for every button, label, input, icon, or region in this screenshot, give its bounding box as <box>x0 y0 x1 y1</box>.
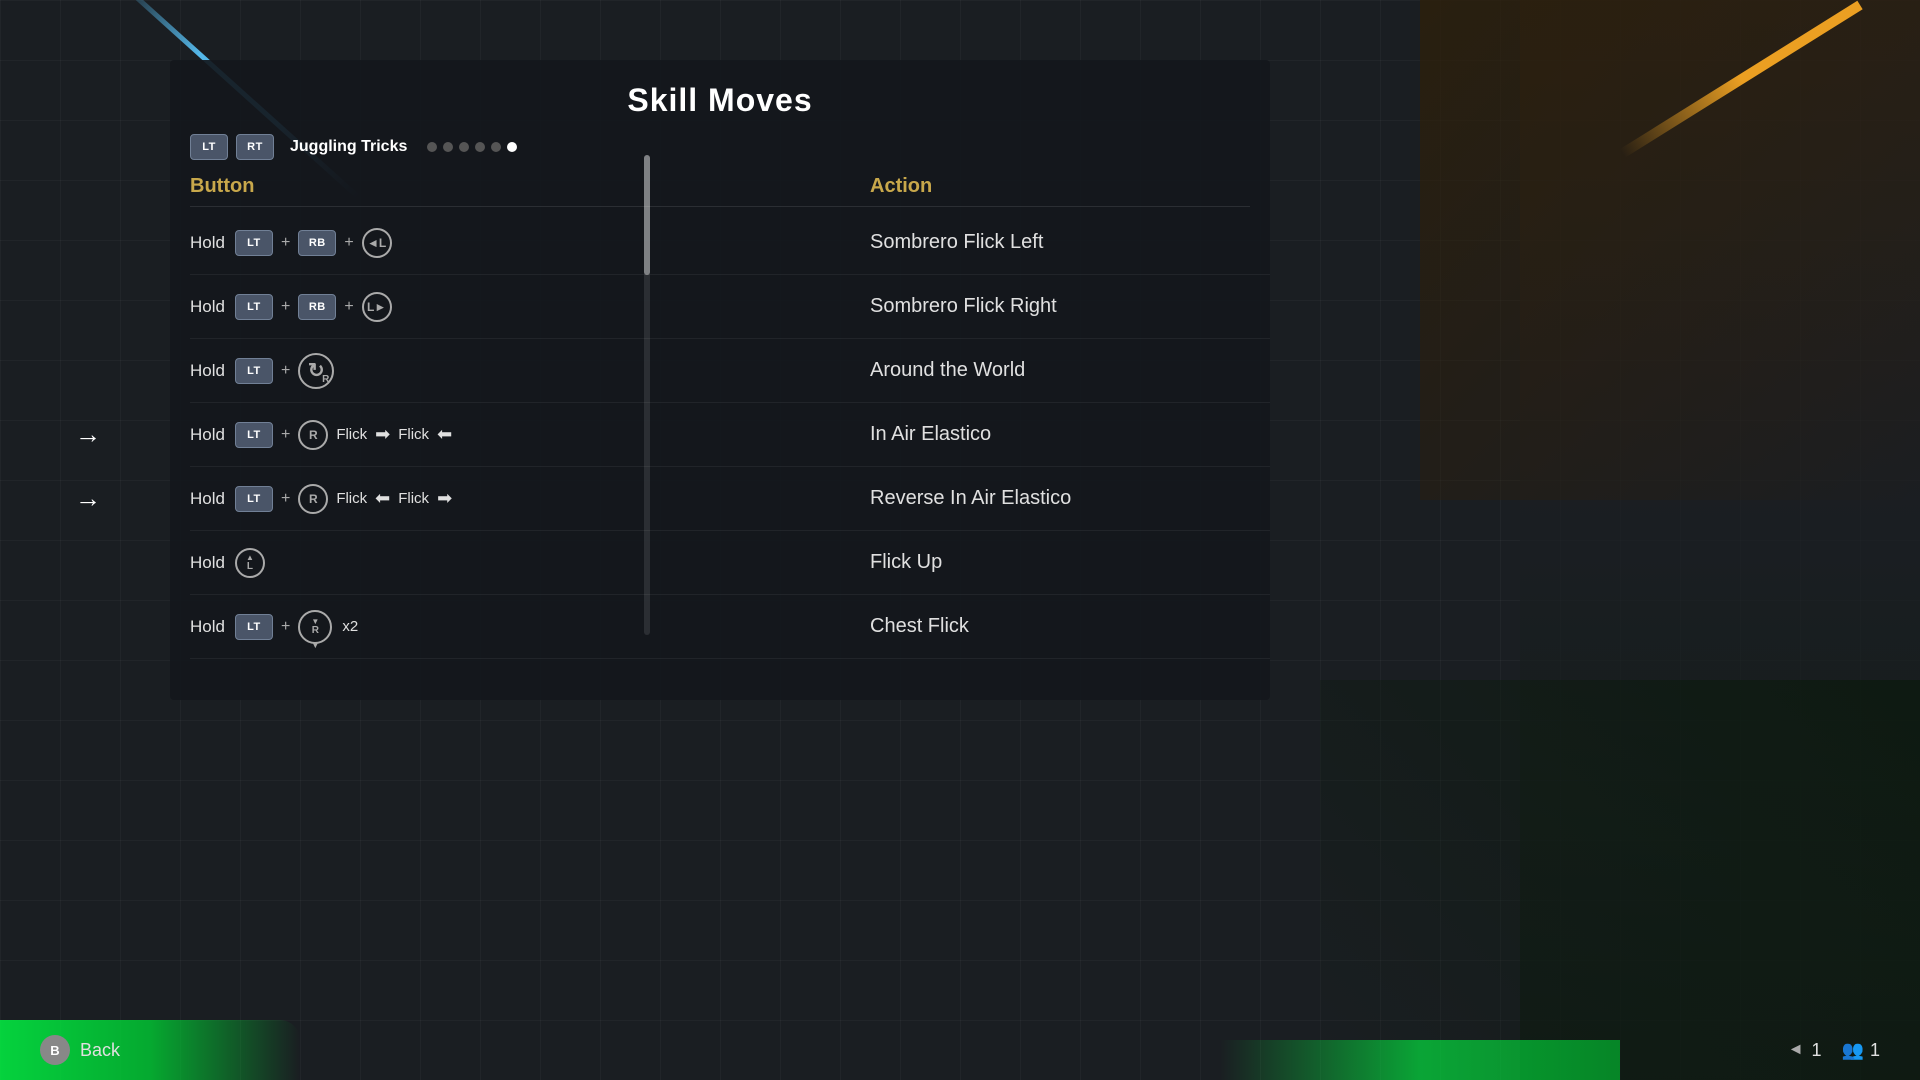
tab-rt-button[interactable]: RT <box>236 134 274 160</box>
back-label: Back <box>80 1040 120 1061</box>
page-info: ◄ 1 👥 1 <box>1788 1040 1880 1061</box>
move-button-5: Hold LT + R Flick ⬅ Flick ➡ <box>190 484 870 514</box>
b-icon: B <box>40 1035 70 1065</box>
flick-1-5: Flick <box>336 490 367 507</box>
move-button-3: Hold LT + ↻ R <box>190 353 870 389</box>
r-rotate-badge: ↻ R <box>298 353 334 389</box>
nav-prev-icon[interactable]: ◄ <box>1788 1041 1804 1059</box>
flick-2-4: Flick <box>398 426 429 443</box>
dot-6-active <box>507 142 517 152</box>
dot-4 <box>475 142 485 152</box>
hold-label-4: Hold <box>190 425 225 445</box>
dot-2 <box>443 142 453 152</box>
tab-dots <box>427 142 517 152</box>
move-button-2: Hold LT + RB + L► <box>190 292 870 322</box>
player-count: 1 <box>1870 1040 1880 1061</box>
move-button-4: Hold LT + R Flick ➡ Flick ⬅ <box>190 420 870 450</box>
tab-bar: LT RT Juggling Tricks <box>170 134 1270 175</box>
move-action-2: Sombrero Flick Right <box>870 295 1270 318</box>
rb-badge-1: RB <box>298 230 336 256</box>
column-button-label: Button <box>190 175 870 198</box>
l-badge-1: ◄L <box>362 228 392 258</box>
table-row: Hold LT + ↻ R Around the World <box>190 339 1270 403</box>
hold-label-1: Hold <box>190 233 225 253</box>
table-row: Hold ▲ L Flick Up <box>190 531 1270 595</box>
r-badge-5: R <box>298 484 328 514</box>
hold-label-6: Hold <box>190 553 225 573</box>
lt-badge-7: LT <box>235 614 273 640</box>
tab-lt-button[interactable]: LT <box>190 134 228 160</box>
header-divider <box>190 206 1250 207</box>
rb-badge-2: RB <box>298 294 336 320</box>
move-action-3: Around the World <box>870 359 1270 382</box>
lt-badge-4: LT <box>235 422 273 448</box>
r-down-badge: ▼ R <box>298 610 332 644</box>
arrow-left-4: ⬅ <box>437 424 452 445</box>
table-row: → Hold LT + R Flick ⬅ Flick ➡ Reverse In… <box>190 467 1270 531</box>
hold-label-3: Hold <box>190 361 225 381</box>
r-badge-4: R <box>298 420 328 450</box>
arrow-left-5: ⬅ <box>375 488 390 509</box>
page-title: Skill Moves <box>170 60 1270 134</box>
flick-1-4: Flick <box>336 426 367 443</box>
move-action-6: Flick Up <box>870 551 1270 574</box>
move-action-4: In Air Elastico <box>870 423 1270 446</box>
lt-badge-3: LT <box>235 358 273 384</box>
back-button[interactable]: B Back <box>40 1035 120 1065</box>
l-badge-2: L► <box>362 292 392 322</box>
arrow-right-5: ➡ <box>437 488 452 509</box>
move-button-6: Hold ▲ L <box>190 548 870 578</box>
table-row: Hold LT + RB + ◄L Sombrero Flick Left <box>190 211 1270 275</box>
scrollbar[interactable] <box>644 155 650 635</box>
column-action-label: Action <box>870 175 1250 198</box>
hold-label-7: Hold <box>190 617 225 637</box>
lt-badge-1: LT <box>235 230 273 256</box>
dot-1 <box>427 142 437 152</box>
move-action-5: Reverse In Air Elastico <box>870 487 1270 510</box>
dot-5 <box>491 142 501 152</box>
move-action-7: Chest Flick <box>870 615 1270 638</box>
move-button-7: Hold LT + ▼ R x2 <box>190 610 870 644</box>
lt-badge-5: LT <box>235 486 273 512</box>
tab-label: Juggling Tricks <box>290 138 407 156</box>
left-arrow-5: → <box>75 483 101 514</box>
bottom-bar: B Back ◄ 1 👥 1 <box>0 1020 1920 1080</box>
main-panel: Skill Moves LT RT Juggling Tricks Button… <box>170 60 1270 700</box>
page-number: 1 <box>1812 1040 1822 1061</box>
flick-2-5: Flick <box>398 490 429 507</box>
moves-list: Hold LT + RB + ◄L Sombrero Flick Left Ho… <box>170 211 1270 659</box>
arrow-right-4: ➡ <box>375 424 390 445</box>
move-action-1: Sombrero Flick Left <box>870 231 1270 254</box>
column-headers: Button Action <box>170 175 1270 198</box>
move-button-1: Hold LT + RB + ◄L <box>190 228 870 258</box>
scrollbar-thumb[interactable] <box>644 155 650 275</box>
dot-3 <box>459 142 469 152</box>
table-row: Hold LT + RB + L► Sombrero Flick Right <box>190 275 1270 339</box>
left-arrow-4: → <box>75 419 101 450</box>
hold-label-5: Hold <box>190 489 225 509</box>
l-up-badge: ▲ L <box>235 548 265 578</box>
people-icon: 👥 <box>1842 1040 1864 1061</box>
page-nav: ◄ 1 <box>1788 1040 1822 1061</box>
table-row: → Hold LT + R Flick ➡ Flick ⬅ In Air Ela… <box>190 403 1270 467</box>
x2-label: x2 <box>342 618 358 635</box>
hold-label-2: Hold <box>190 297 225 317</box>
orange-line-decoration <box>1620 1 1863 158</box>
lt-badge-2: LT <box>235 294 273 320</box>
table-row: Hold LT + ▼ R x2 Chest Flick <box>190 595 1270 659</box>
player-info: 👥 1 <box>1842 1040 1880 1061</box>
